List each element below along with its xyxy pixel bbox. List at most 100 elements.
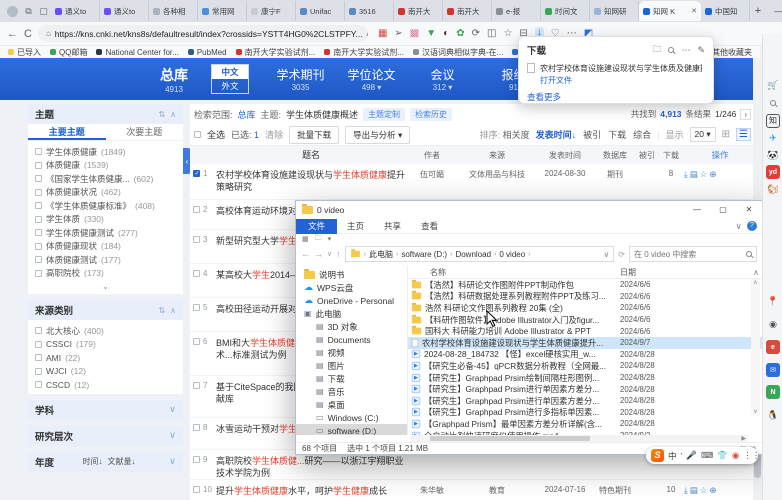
topic-tab[interactable]: 次要主题	[106, 124, 184, 140]
shopping-icon[interactable]: 🛒	[766, 78, 780, 92]
menu-file[interactable]: 文件	[296, 219, 337, 234]
forward-icon[interactable]: →	[314, 249, 323, 259]
panel-学科[interactable]: 学科∨	[28, 400, 183, 420]
file-row[interactable]: ▶【Graphpad Prism】最单因素方差分析详解(含...2024/8/2…	[408, 418, 762, 430]
result-title[interactable]: 高职院校学生体质健...研究——以浙江宇翔职业技术学院为例	[216, 455, 406, 479]
more-actions-icon[interactable]: ⊕	[709, 169, 718, 179]
bookmark-item[interactable]: PubMed	[188, 47, 227, 58]
pin-red-icon[interactable]: 📍	[766, 294, 780, 308]
dictionary-icon[interactable]: 知	[766, 114, 780, 128]
open-file-link[interactable]: 打开文件	[540, 75, 702, 86]
youdao-icon[interactable]: yd	[766, 165, 780, 179]
list-view-icon[interactable]: ☰	[736, 128, 751, 141]
result-author[interactable]: 伍可媚	[406, 169, 458, 180]
year-sort-link[interactable]: 文献量↓	[108, 456, 136, 467]
year-panel-header[interactable]: 年度 时间↓文献量↓ ∨	[28, 452, 183, 472]
topic-custom-badge[interactable]: 主题定制	[363, 108, 405, 121]
split-screen-icon[interactable]: ◫	[487, 29, 496, 39]
favorite-icon[interactable]: ☆	[700, 169, 710, 179]
url-field[interactable]: ⌂ https://kns.cnki.net/kns8s/defaultresu…	[38, 25, 368, 42]
facet-checkbox[interactable]	[35, 148, 42, 155]
facet-checkbox[interactable]	[35, 216, 42, 223]
menu-share[interactable]: 共享	[374, 220, 411, 232]
notes-icon[interactable]: N	[766, 385, 780, 399]
facet-item[interactable]: 体质健康现状(184)	[35, 240, 176, 254]
scope-link[interactable]: 总库	[238, 108, 256, 121]
facet-item[interactable]: AMI(22)	[35, 351, 176, 365]
facet-checkbox[interactable]	[35, 368, 42, 375]
window-minimize[interactable]: —	[766, 0, 782, 22]
row-checkbox[interactable]	[193, 338, 200, 345]
facet-item[interactable]: 学生体质(330)	[35, 213, 176, 227]
tab-actions-icon[interactable]: ▢	[36, 6, 51, 17]
text-size-icon[interactable]: A	[366, 28, 368, 39]
browser-tab[interactable]: 各种相	[149, 1, 198, 21]
back-icon[interactable]: ←	[301, 249, 310, 259]
reload-icon[interactable]: C	[24, 28, 32, 40]
collapse-icon[interactable]: ∧	[170, 110, 176, 119]
chinese-mode-icon[interactable]: 中	[668, 450, 677, 462]
nav-tab-会议[interactable]: 会议312 ▾	[407, 66, 478, 92]
ribbon-collapse-icon[interactable]: ∨	[735, 221, 742, 232]
facet-checkbox[interactable]	[35, 162, 42, 169]
topic-tab[interactable]: 主要主题	[28, 124, 106, 140]
row-checkbox[interactable]	[193, 170, 200, 177]
browser-tab[interactable]: e-报	[492, 1, 541, 21]
facet-item[interactable]: 高职院校(173)	[35, 267, 176, 281]
scroll-up-icon[interactable]: ∧	[753, 268, 762, 277]
more-actions-icon[interactable]: ⊕	[709, 485, 718, 495]
nav-item-OneDrive - Personal[interactable]: ☁OneDrive - Personal	[296, 294, 407, 307]
penguin-icon[interactable]: 🐧	[766, 408, 780, 422]
squirrel-icon[interactable]: 🐿	[766, 182, 780, 196]
sort-relevance[interactable]: 相关度	[503, 130, 530, 140]
nav-tab-学术期刊[interactable]: 学术期刊3035	[265, 66, 336, 92]
browser-tab[interactable]: 知网 K✕	[639, 1, 701, 21]
sort-发表时间[interactable]: 发表时间↓	[536, 128, 577, 141]
nav-tab-学位论文[interactable]: 学位论文498 ▾	[336, 66, 407, 92]
dark-mode-ext-icon[interactable]: ◐	[443, 29, 449, 39]
year-sort-link[interactable]: 时间↓	[83, 456, 103, 467]
facet-item[interactable]: 北大核心(400)	[35, 324, 176, 338]
result-author[interactable]: 朱华敏	[406, 485, 458, 496]
row-checkbox[interactable]	[193, 424, 200, 431]
nav-item-桌面[interactable]: ▤桌面	[296, 398, 407, 411]
nav-item-Windows (C:)[interactable]: ▭Windows (C:)	[296, 411, 407, 424]
extension-pink-icon[interactable]: ▩	[410, 29, 419, 39]
bookmark-item[interactable]: 汉语词典相似字典-在...	[413, 47, 503, 58]
browser-tab[interactable]: 知网研	[590, 1, 639, 21]
recent-locations-icon[interactable]: ∨	[327, 250, 332, 258]
facet-item[interactable]: CSSCI(179)	[35, 338, 176, 352]
export-note-icon[interactable]: ▤	[690, 169, 700, 179]
breadcrumb-segment[interactable]: Download	[455, 250, 491, 259]
nav-item-图片[interactable]: ▤图片	[296, 359, 407, 372]
extension-red-icon[interactable]: ▦	[378, 29, 387, 39]
profile-avatar[interactable]	[7, 6, 18, 17]
favorites-icon[interactable]: ☆	[503, 29, 512, 39]
menu-view[interactable]: 查看	[411, 220, 448, 232]
facet-item[interactable]: 学生体质健康(1849)	[35, 145, 176, 159]
send-icon[interactable]: ➢	[394, 29, 402, 39]
breadcrumb-segment[interactable]: 0 video	[499, 250, 525, 259]
explorer-minimize[interactable]: —	[684, 201, 710, 219]
result-source[interactable]: 教育	[458, 485, 536, 496]
explorer-maximize[interactable]: ▢	[710, 201, 736, 219]
panel-研究层次[interactable]: 研究层次∨	[28, 426, 183, 446]
help-icon[interactable]: ?	[747, 221, 757, 231]
search-history-badge[interactable]: 检索历史	[410, 108, 452, 121]
facet-item[interactable]: WJCI(12)	[35, 365, 176, 379]
facet-checkbox[interactable]	[35, 327, 42, 334]
sogou-logo-icon[interactable]: S	[651, 449, 664, 462]
nav-item-WPS云盘[interactable]: ☁WPS云盘	[296, 281, 407, 294]
browser-tab[interactable]: 通义to	[100, 1, 149, 21]
shield-icon[interactable]: ▼	[426, 29, 436, 39]
bookmark-item[interactable]: 南开大学实验试剂...	[236, 47, 316, 58]
facet-checkbox[interactable]	[35, 381, 42, 388]
menu-home[interactable]: 主页	[337, 220, 374, 232]
bookmark-item[interactable]: 南开大学实验试剂...	[324, 47, 404, 58]
browser-tab[interactable]: 3516	[345, 1, 394, 21]
nav-item-视频[interactable]: ▤视频	[296, 346, 407, 359]
explorer-close[interactable]: ✕	[736, 201, 762, 219]
new-tab-button[interactable]: +	[750, 5, 766, 17]
bookmark-item[interactable]: National Center for...	[96, 47, 178, 58]
file-row[interactable]: ▶【研究生】Graphpad Prsim进行单因素方差分...2024/8/28	[408, 383, 762, 395]
